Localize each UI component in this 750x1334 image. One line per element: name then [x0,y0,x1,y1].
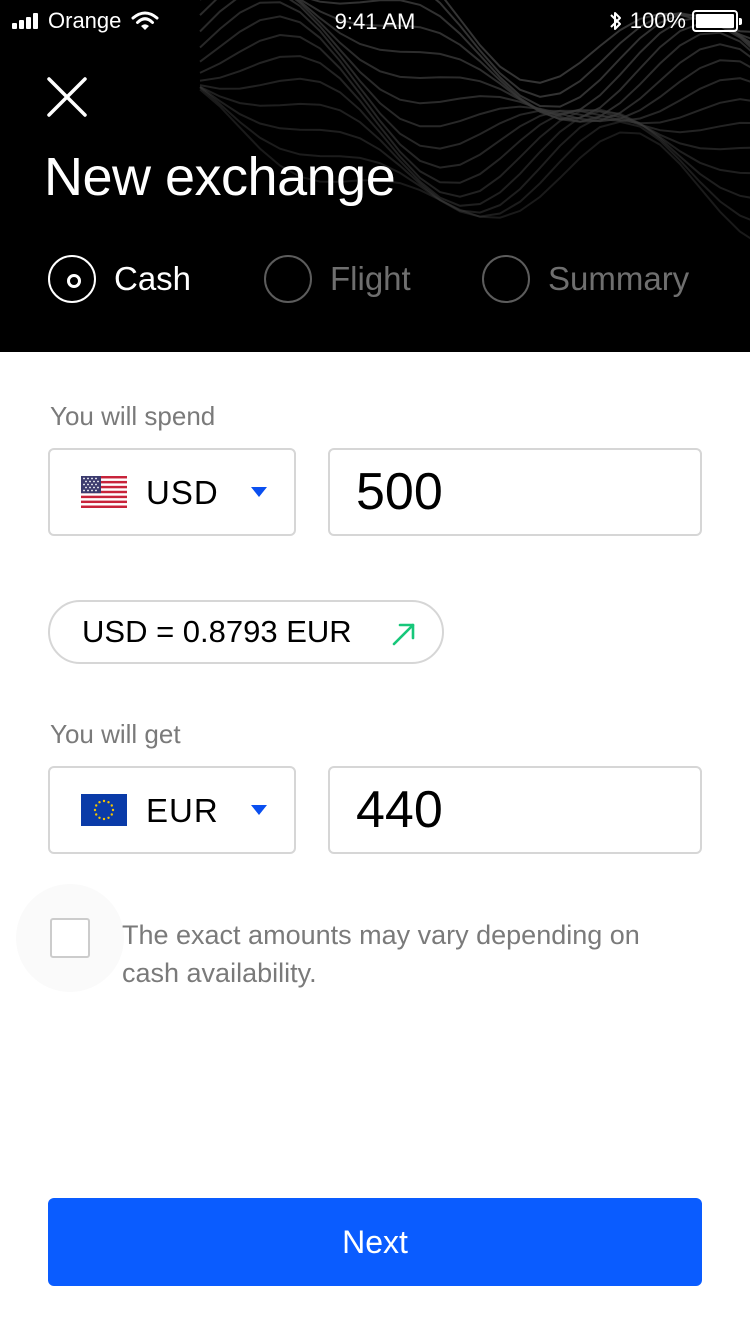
step-radio-icon [264,255,312,303]
step-indicator: Cash Flight Summary [48,255,728,303]
step-label: Summary [548,260,690,297]
step-summary[interactable]: Summary [482,255,689,303]
chevron-down-icon [251,487,267,497]
spend-label: You will spend [50,401,216,431]
disclaimer-checkbox[interactable] [50,918,90,958]
us-flag-icon [81,476,127,508]
header: Orange 9:41 AM 100% New exchange Cash Fl… [0,0,750,352]
step-cash[interactable]: Cash [48,255,191,303]
spend-amount-input[interactable] [328,448,702,536]
close-icon [47,77,87,117]
arrow-up-right-icon [392,623,415,646]
step-radio-icon [48,255,96,303]
battery-percent: 100% [629,8,686,33]
eu-flag-icon [81,794,127,826]
get-amount-input[interactable] [328,766,702,854]
next-button-label: Next [342,1223,408,1260]
disclaimer-text: The exact amounts may vary depending on … [122,920,640,988]
chevron-down-icon [251,805,267,815]
step-radio-icon [482,255,530,303]
currency-code: EUR [146,792,219,829]
currency-code: USD [146,474,219,511]
exchange-rate-badge: USD = 0.8793 EUR [48,600,444,664]
step-label: Cash [114,260,192,297]
bluetooth-icon [610,12,621,30]
next-button[interactable]: Next [48,1198,702,1286]
exchange-rate-text: USD = 0.8793 EUR [82,614,352,649]
page-title: New exchange [44,147,396,207]
battery-icon [692,10,742,32]
status-bar: Orange 9:41 AM 100% [0,0,750,40]
spend-currency-select[interactable]: USD [48,448,296,536]
step-label: Flight [330,260,411,297]
get-label: You will get [50,719,181,749]
close-button[interactable] [46,76,88,118]
step-flight[interactable]: Flight [264,255,411,303]
get-currency-select[interactable]: EUR [48,766,296,854]
